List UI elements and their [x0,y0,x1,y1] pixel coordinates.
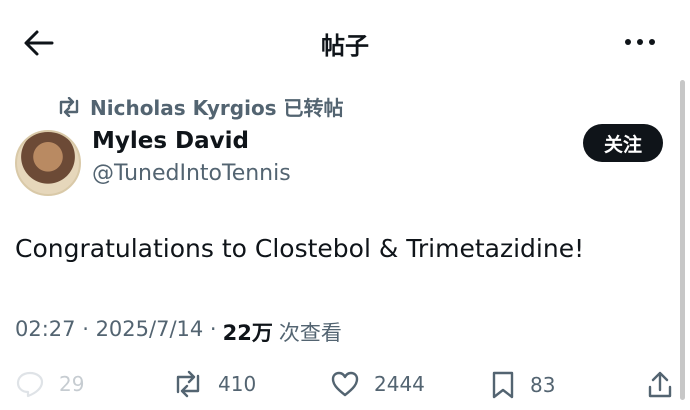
bookmark-count: 83 [530,373,556,397]
repost-text: Nicholas Kyrgios 已转帖 [90,96,344,120]
post-text: Congratulations to Clostebol & Trimetazi… [15,234,585,263]
more-horizontal-icon [625,39,655,45]
post-meta: 02:27 · 2025/7/14 · 22万 次查看 [15,317,342,347]
heart-icon [331,371,359,397]
page-title: 帖子 [321,32,369,60]
repost-icon [176,370,200,398]
meta-separator: · [203,317,217,341]
reply-button[interactable]: 29 [15,370,84,398]
author-name[interactable]: Myles David [92,128,249,154]
bookmark-icon [492,371,514,399]
more-options-button[interactable] [620,30,660,54]
like-count: 2444 [374,372,425,396]
view-count: 22万 [222,321,273,345]
meta-separator: · [75,317,96,341]
reply-count: 29 [59,372,85,396]
scrollbar[interactable] [680,80,685,400]
repost-count: 410 [218,372,257,396]
post-time[interactable]: 02:27 [15,317,76,347]
repost-indicator[interactable]: Nicholas Kyrgios 已转帖 [56,92,344,121]
bookmark-button[interactable]: 83 [490,370,555,400]
follow-button[interactable]: 关注 [583,124,663,162]
view-label: 次查看 [278,321,342,345]
like-button[interactable]: 2444 [330,370,425,398]
share-icon [648,371,672,398]
post-date[interactable]: 2025/7/14 [96,317,204,347]
author-handle[interactable]: @TunedIntoTennis [92,161,291,186]
repost-icon [59,96,79,117]
avatar[interactable] [15,130,81,196]
reply-icon [16,371,44,398]
repost-button[interactable]: 410 [172,370,256,398]
